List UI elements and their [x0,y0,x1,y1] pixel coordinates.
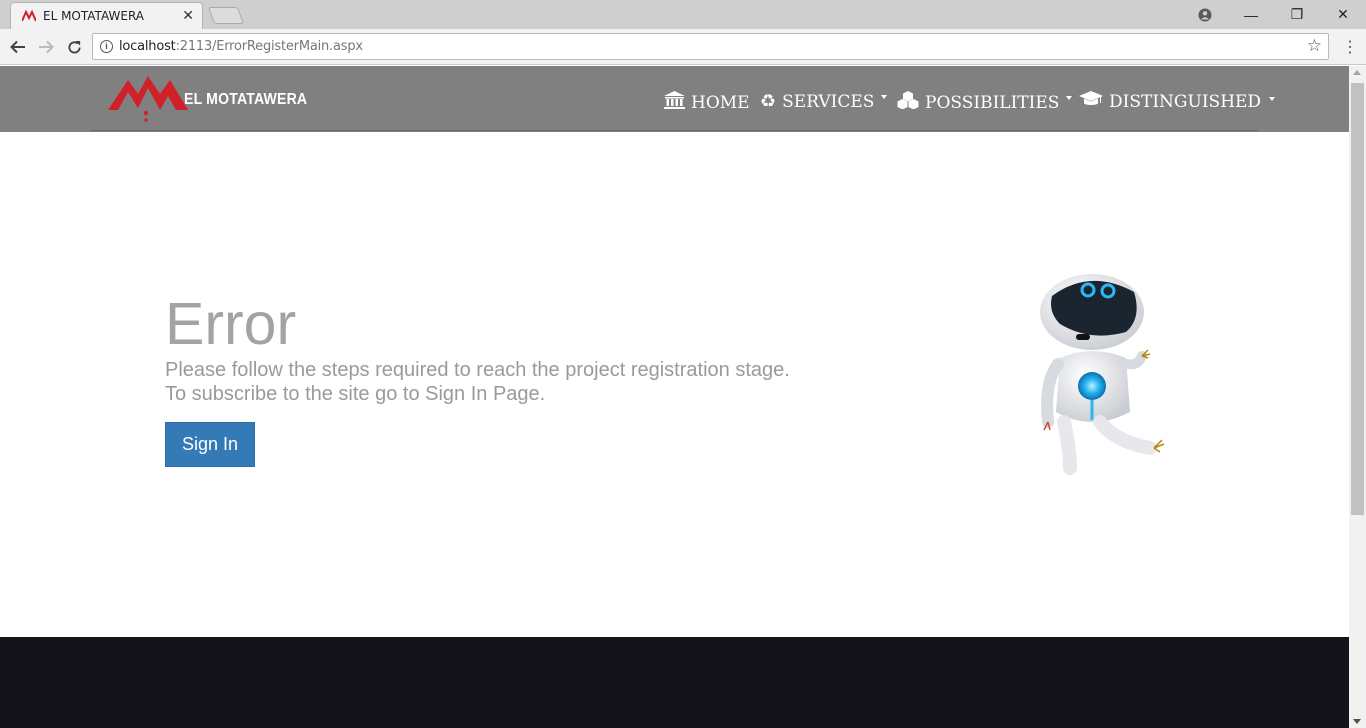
sign-in-button[interactable]: Sign In [165,422,255,467]
site-logo[interactable] [108,72,188,126]
bookmark-star-icon[interactable]: ☆ [1307,36,1322,56]
profile-icon [1198,8,1212,21]
arrow-left-icon [10,40,25,54]
restore-button[interactable]: ❐ [1274,0,1320,29]
graduation-cap-icon [1079,91,1103,112]
profile-button[interactable] [1182,0,1228,29]
robot-illustration [1040,274,1165,475]
address-bar[interactable]: i localhost:2113/ErrorRegisterMain.aspx … [92,33,1329,60]
reload-button[interactable] [64,37,84,57]
new-tab-button[interactable] [207,7,245,24]
site-favicon-icon [22,10,36,22]
chevron-down-icon [1066,95,1073,100]
browser-tab[interactable]: EL MOTATAWERA ✕ [10,2,203,29]
scroll-down-arrow-icon[interactable] [1353,719,1361,724]
close-window-button[interactable]: ✕ [1320,0,1366,29]
site-brand-name[interactable]: EL MOTATAWERA [184,91,307,109]
navbar-divider [90,130,1258,131]
arrow-right-icon [39,40,54,54]
scrollbar-thumb[interactable] [1351,83,1364,515]
scroll-up-arrow-icon[interactable] [1353,70,1361,75]
browser-toolbar: i localhost:2113/ErrorRegisterMain.aspx … [0,29,1366,65]
site-footer [0,637,1349,728]
site-navbar: EL MOTATAWERA HOME ♻ SERVICES POSSIBILIT… [0,66,1349,132]
url-text[interactable]: localhost:2113/ErrorRegisterMain.aspx [119,39,363,54]
browser-tab-strip: EL MOTATAWERA ✕ — ❐ ✕ [0,0,1366,29]
nav-services-label: SERVICES [782,91,875,112]
nav-services[interactable]: ♻ SERVICES [760,91,888,112]
browser-menu-icon[interactable]: ⋮ [1342,37,1358,57]
url-host: localhost [119,39,176,54]
url-path: :2113/ErrorRegisterMain.aspx [175,39,364,54]
info-icon[interactable]: i [100,40,113,53]
bank-icon [664,91,685,114]
error-title: Error [165,291,297,357]
nav-possibilities-label: POSSIBILITIES [925,92,1060,113]
nav-dropdown-toggle[interactable] [1269,97,1275,101]
forward-button[interactable] [36,37,56,57]
nav-distinguished[interactable]: DISTINGUISHED [1079,91,1261,112]
main-content: Error Please follow the steps required t… [0,132,1349,637]
vertical-scrollbar[interactable] [1349,66,1366,728]
chevron-down-icon [881,94,888,99]
recycle-icon: ♻ [760,91,777,112]
back-button[interactable] [8,37,28,57]
error-message-line-1: Please follow the steps required to reac… [165,359,790,381]
nav-home[interactable]: HOME [664,91,750,114]
minimize-button[interactable]: — [1228,0,1274,29]
reload-icon [67,40,81,53]
tab-title: EL MOTATAWERA [43,9,145,23]
error-message-line-2: To subscribe to the site go to Sign In P… [165,383,546,405]
cubes-icon [897,91,919,114]
nav-possibilities[interactable]: POSSIBILITIES [897,91,1073,114]
tab-close-icon[interactable]: ✕ [182,7,194,24]
nav-home-label: HOME [691,92,750,113]
nav-distinguished-label: DISTINGUISHED [1109,91,1262,112]
